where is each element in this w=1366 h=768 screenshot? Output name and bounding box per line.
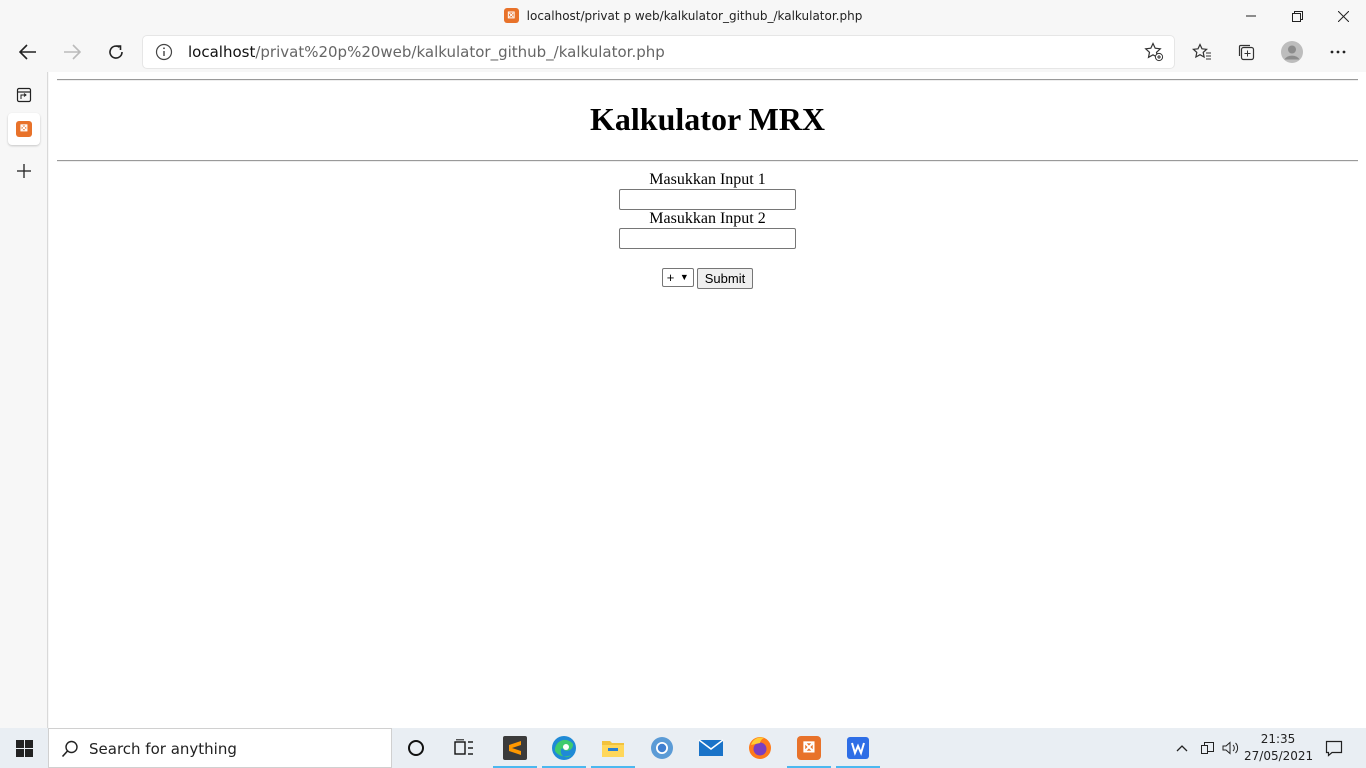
taskbar-firefox[interactable] <box>736 728 784 768</box>
input1-label: Masukkan Input 1 <box>649 171 766 188</box>
add-favorite-icon[interactable] <box>1144 42 1164 62</box>
operator-select[interactable]: + ▼ <box>661 268 694 287</box>
input1-field[interactable] <box>619 189 796 210</box>
input2-label: Masukkan Input 2 <box>649 210 766 227</box>
network-tray-button[interactable] <box>1196 728 1220 768</box>
chevron-down-icon: ▼ <box>679 272 689 282</box>
url-text[interactable]: localhost/privat%20p%20web/kalkulator_gi… <box>188 43 665 61</box>
xampp-icon: ⊠ <box>797 736 821 760</box>
new-tab-button[interactable] <box>8 155 40 187</box>
info-icon[interactable] <box>155 43 173 61</box>
back-arrow-icon <box>19 44 36 60</box>
xampp-icon: ⊠ <box>503 8 519 23</box>
page-title: Kalkulator MRX <box>590 101 825 137</box>
start-button[interactable] <box>0 728 48 768</box>
taskbar-edge[interactable] <box>540 728 588 768</box>
action-center-button[interactable] <box>1318 728 1350 768</box>
clock-date: 27/05/2021 <box>1244 749 1314 763</box>
url-path: /privat%20p%20web/kalkulator_github_/kal… <box>255 43 665 61</box>
xampp-icon: ⊠ <box>16 121 32 137</box>
chrome-icon <box>651 737 673 759</box>
avatar-icon <box>1281 41 1303 63</box>
chevron-up-icon <box>1176 745 1188 752</box>
vertical-tabs-sidebar: ⊠ <box>0 72 48 728</box>
task-view-button[interactable] <box>440 728 488 768</box>
window-title-text: localhost/privat p web/kalkulator_github… <box>526 9 863 23</box>
taskbar-xampp[interactable]: ⊠ <box>785 728 833 768</box>
file-explorer-icon <box>602 741 624 757</box>
cortana-button[interactable] <box>392 728 440 768</box>
restore-button[interactable] <box>1274 0 1320 32</box>
windows-logo-icon <box>15 739 33 757</box>
minimize-icon <box>1246 15 1256 17</box>
cortana-icon <box>408 740 424 756</box>
address-bar[interactable]: localhost/privat%20p%20web/kalkulator_gi… <box>143 36 1174 68</box>
top-divider <box>57 79 1358 81</box>
edge-icon <box>552 736 576 760</box>
collections-icon <box>1238 44 1255 61</box>
task-view-icon <box>454 739 473 755</box>
taskbar-wps-writer[interactable] <box>834 728 882 768</box>
close-icon <box>1337 10 1349 22</box>
taskbar-file-explorer[interactable] <box>589 728 637 768</box>
tab-actions-icon <box>16 87 32 103</box>
taskbar-search[interactable]: Search for anything <box>48 728 392 768</box>
forward-arrow-icon <box>64 44 81 60</box>
speaker-icon <box>1222 741 1239 755</box>
clock-time: 21:35 <box>1260 732 1296 746</box>
taskbar-sublime-text[interactable] <box>491 728 539 768</box>
settings-more-button[interactable] <box>1320 34 1356 70</box>
taskbar-mail[interactable] <box>687 728 735 768</box>
favorites-icon <box>1192 43 1211 60</box>
notification-icon <box>1325 740 1343 757</box>
sublime-text-icon <box>503 736 527 760</box>
operator-value: + <box>666 270 675 285</box>
sidebar-tab-kalkulator[interactable]: ⊠ <box>8 113 40 145</box>
profile-button[interactable] <box>1274 34 1310 70</box>
search-icon <box>61 740 78 758</box>
search-placeholder: Search for anything <box>89 740 237 758</box>
calculator-form: Masukkan Input 1 Masukkan Input 2 + ▼ Subm… <box>49 171 1366 289</box>
tab-actions-button[interactable] <box>8 79 40 111</box>
taskbar: Search for anything ⊠ 21:35 27/05/2021 <box>0 728 1366 768</box>
wps-writer-icon <box>847 737 869 759</box>
network-icon <box>1201 742 1214 754</box>
browser-toolbar: localhost/privat%20p%20web/kalkulator_gi… <box>0 32 1366 72</box>
title-divider <box>57 160 1358 162</box>
forward-button[interactable] <box>54 34 90 70</box>
title-bar: ⊠ localhost/privat p web/kalkulator_githu… <box>0 0 1366 32</box>
submit-button[interactable]: Submit <box>696 268 754 289</box>
refresh-icon <box>109 45 123 59</box>
page-content: Kalkulator MRX Masukkan Input 1 Masukkan… <box>49 72 1366 728</box>
collections-button[interactable] <box>1228 34 1264 70</box>
favorites-button[interactable] <box>1184 34 1220 70</box>
operation-row: + ▼ Submit <box>49 268 1366 289</box>
back-button[interactable] <box>10 34 46 70</box>
url-host: localhost <box>188 43 256 61</box>
window-title: ⊠ localhost/privat p web/kalkulator_githu… <box>0 8 1366 23</box>
taskbar-clock[interactable]: 21:35 27/05/2021 <box>1244 731 1314 765</box>
firefox-icon <box>749 737 771 759</box>
restore-icon <box>1291 10 1303 22</box>
taskbar-chrome[interactable] <box>638 728 686 768</box>
input2-field[interactable] <box>619 228 796 249</box>
mail-icon <box>698 739 724 756</box>
close-button[interactable] <box>1320 0 1366 32</box>
plus-icon <box>17 164 31 178</box>
minimize-button[interactable] <box>1228 0 1274 32</box>
more-dots-icon <box>1330 50 1346 54</box>
volume-tray-button[interactable] <box>1220 728 1242 768</box>
show-hidden-icons-button[interactable] <box>1172 728 1192 768</box>
refresh-button[interactable] <box>98 34 134 70</box>
